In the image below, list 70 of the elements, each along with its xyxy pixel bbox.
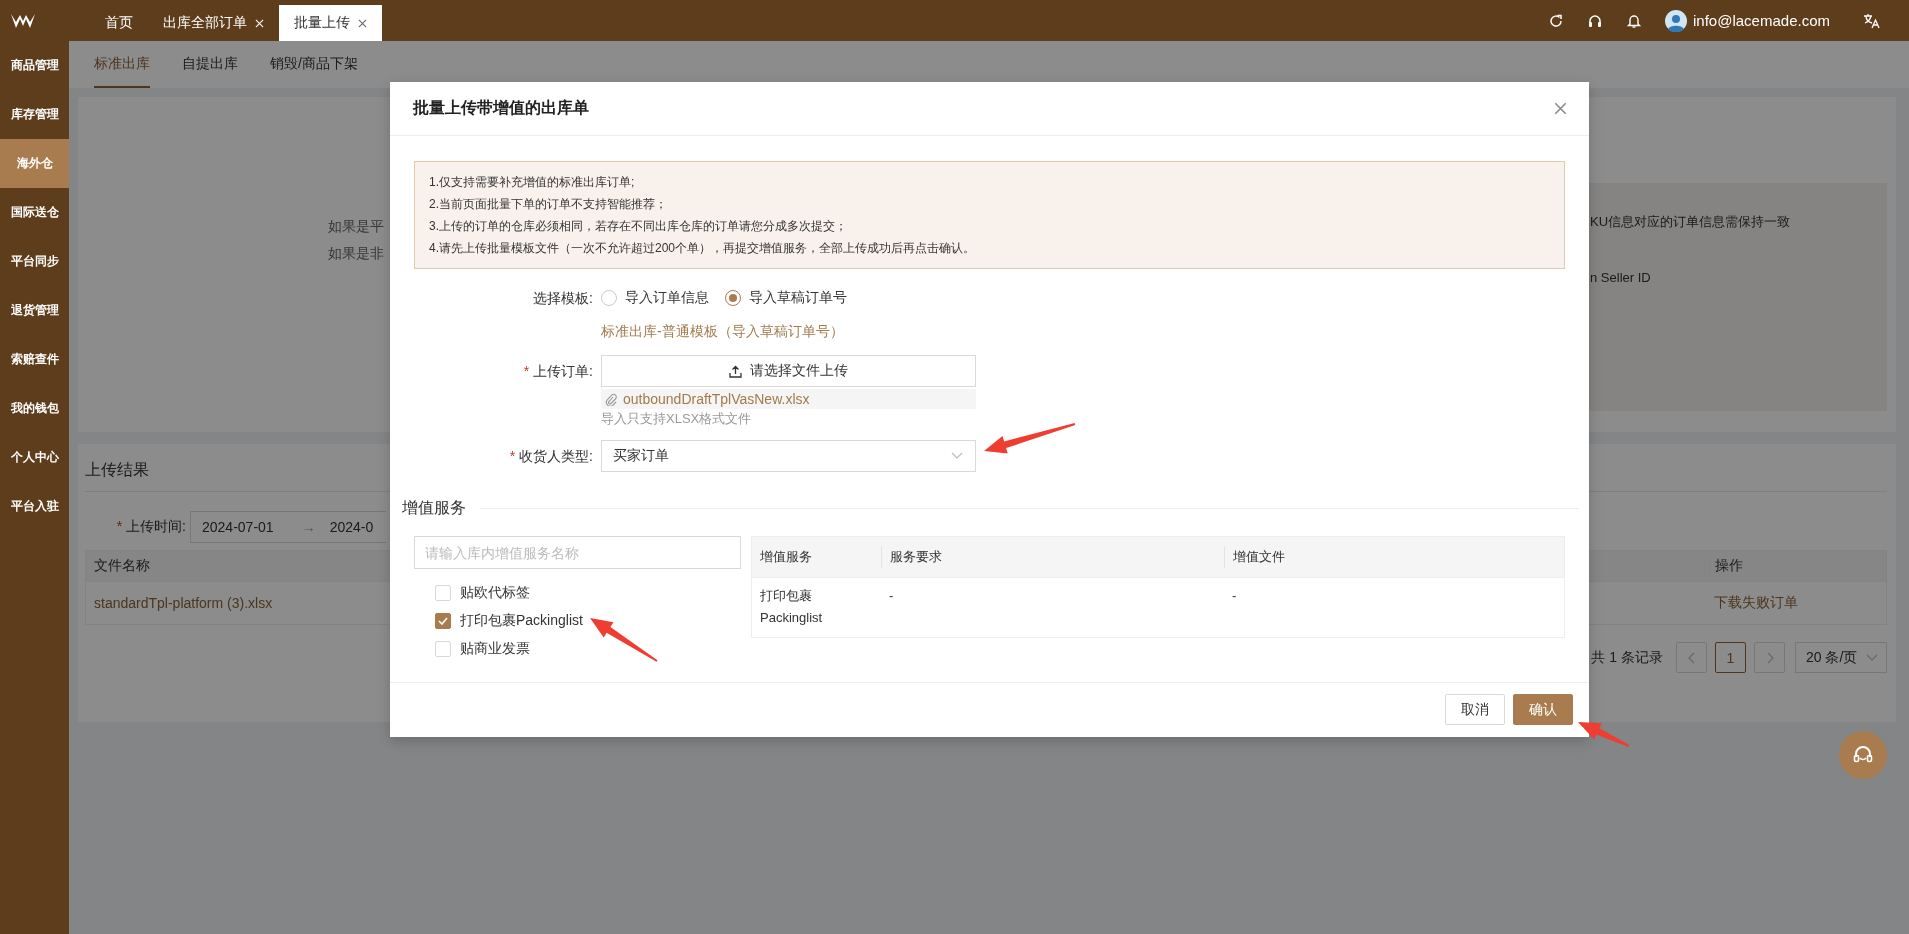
dialog-title: 批量上传带增值的出库单 (413, 98, 589, 118)
confirm-button[interactable]: 确认 (1513, 694, 1573, 725)
hint-text: 导入只支持XLSX格式文件 (601, 410, 753, 428)
sidebar-item[interactable]: 国际送仓 (0, 188, 69, 237)
table-cell-text: - (888, 587, 895, 605)
paperclip-icon (605, 392, 617, 406)
upload-button[interactable]: 请选择文件上传 (601, 355, 976, 387)
notice-text: 1.仅支持需要补充增值的标准出库订单; (429, 174, 636, 191)
page-tab[interactable]: 首页 (90, 5, 148, 41)
field-label: * 上传时间: (115, 518, 186, 536)
radio-label[interactable]: 导入草稿订单号 (749, 289, 847, 307)
sidebar-item[interactable]: 平台入驻 (0, 482, 69, 531)
checkbox-label[interactable]: 贴欧代标签 (460, 584, 530, 602)
file-item[interactable]: outboundDraftTplVasNew.xlsx (601, 389, 976, 409)
annotation-arrow (590, 618, 658, 662)
translate-icon[interactable] (1863, 12, 1881, 29)
column-header: 增值服务 (759, 548, 813, 566)
sidebar-item[interactable]: 我的钱包 (0, 384, 69, 433)
template-link[interactable]: 标准出库-普通模板（导入草稿订单号） (601, 320, 844, 342)
page-tab[interactable]: 批量上传 (279, 5, 382, 41)
table-cell-text: 打印包裹Packinglist (759, 587, 824, 627)
sidebar-item[interactable]: 商品管理 (0, 41, 69, 90)
sidebar-item[interactable]: 海外仓 (0, 139, 69, 188)
date-range-field[interactable]: 2024-07-01 → 2024-0 (190, 511, 386, 543)
avatar-icon[interactable] (1665, 9, 1688, 32)
headset-icon[interactable] (1587, 12, 1604, 29)
sidebar-item[interactable]: 个人中心 (0, 433, 69, 482)
column-header: 操作 (1709, 557, 1886, 575)
sidebar-item[interactable]: 平台同步 (0, 237, 69, 286)
close-icon[interactable] (358, 18, 367, 28)
consignee-type-select[interactable]: 买家订单 (601, 440, 976, 472)
column-header: 服务要求 (881, 546, 1224, 568)
notice-text: 2.当前页面批量下单的订单不支持智能推荐； (429, 196, 668, 213)
section-title: 增值服务 (402, 498, 466, 518)
column-header: 增值文件 (1224, 546, 1564, 568)
notice-text: n Seller ID (1589, 269, 1652, 287)
checkbox[interactable] (435, 613, 451, 629)
annotation-arrow (1578, 722, 1630, 747)
notice-text: 如果是平 (328, 217, 384, 236)
page-size-select[interactable]: 20 条/页 (1795, 642, 1887, 673)
table-cell-text: standardTpl-platform (3).xlsx (93, 595, 274, 611)
field-label: 选择模板: (532, 289, 594, 308)
sidebar-item[interactable]: 库存管理 (0, 90, 69, 139)
user-email[interactable]: info@lacemade.com (1693, 12, 1840, 29)
table-cell-text: - (1231, 587, 1238, 605)
help-button[interactable] (1839, 731, 1887, 779)
upload-icon (729, 364, 742, 378)
field-label: * 上传订单: (522, 362, 594, 381)
search-field[interactable]: 请输入库内增值服务名称 (414, 536, 741, 569)
logo-icon (11, 14, 35, 28)
download-link[interactable]: 下载失败订单 (1709, 594, 1886, 612)
checkbox-label[interactable]: 贴商业发票 (460, 640, 530, 658)
tab[interactable]: 自提出库 (182, 41, 238, 88)
notice-text: 4.请先上传批量模板文件（一次不允许超过200个单），再提交增值服务，全部上传成功后再点击确认。 (429, 240, 977, 257)
page-tab[interactable]: 出库全部订单 (148, 5, 279, 41)
check-icon (438, 617, 448, 625)
refresh-icon[interactable] (1548, 12, 1565, 29)
cancel-button[interactable]: 取消 (1445, 694, 1505, 725)
sidebar-item[interactable]: 索赔查件 (0, 335, 69, 384)
radio-label[interactable]: 导入订单信息 (625, 289, 709, 307)
bell-icon[interactable] (1626, 12, 1643, 29)
tab[interactable]: 标准出库 (94, 41, 150, 88)
column-header: 文件名称 (93, 557, 151, 575)
field-label: * 收货人类型: (508, 447, 594, 466)
notice-text: 3.上传的订单的仓库必须相同，若存在不同出库仓库的订单请您分成多次提交； (429, 218, 848, 235)
checkbox-label[interactable]: 打印包裹Packinglist (460, 612, 583, 630)
tab[interactable]: 销毁/商品下架 (270, 41, 358, 88)
notice-text: 如果是非 (328, 244, 384, 263)
total-count: 共 1 条记录 (1591, 648, 1663, 667)
sidebar-item[interactable]: 退货管理 (0, 286, 69, 335)
